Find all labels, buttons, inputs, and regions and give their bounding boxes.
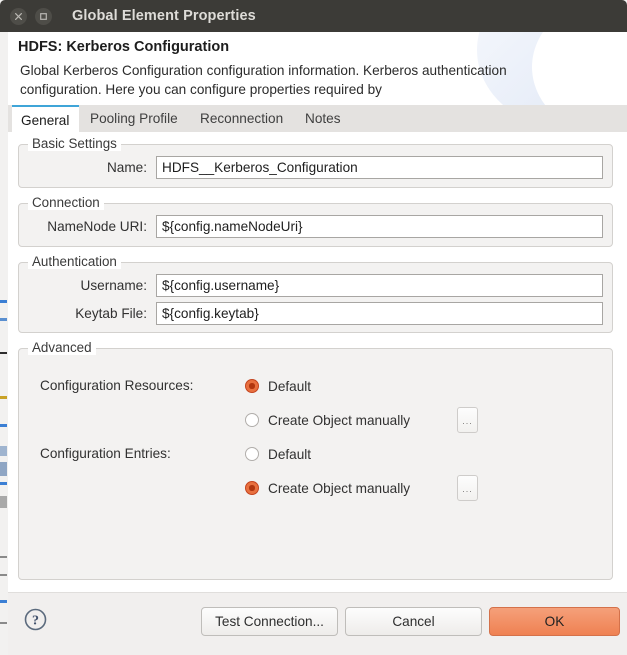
field-row-username: Username:: [19, 273, 614, 297]
radio-label: Create Object manually: [268, 480, 411, 496]
tab-content-general: Basic Settings Name: Connection NameNode…: [8, 132, 627, 592]
bg-accent-tick: [0, 462, 7, 476]
tab-bar: General Pooling Profile Reconnection Not…: [8, 105, 627, 133]
browse-button-label: ...: [462, 483, 473, 494]
tab-label: Pooling Profile: [90, 111, 178, 126]
bg-accent-tick: [0, 424, 7, 427]
field-row-keytab-file: Keytab File:: [19, 301, 614, 325]
username-label: Username:: [80, 277, 147, 293]
bg-accent-tick: [0, 496, 7, 508]
keytab-file-input[interactable]: [156, 301, 603, 325]
name-label: Name:: [106, 159, 147, 175]
bg-accent-tick: [0, 300, 7, 303]
field-row-namenode-uri: NameNode URI:: [19, 214, 614, 238]
group-title: Connection: [28, 195, 104, 210]
configuration-entries-label: Configuration Entries:: [40, 446, 171, 461]
radio-label: Create Object manually: [268, 412, 411, 428]
configuration-resources-label: Configuration Resources:: [40, 378, 194, 393]
radio-config-resources-default[interactable]: Default: [245, 376, 311, 396]
username-input[interactable]: [156, 273, 603, 297]
bg-accent-tick: [0, 318, 7, 321]
group-title: Authentication: [28, 254, 121, 269]
namenode-uri-label: NameNode URI:: [47, 218, 147, 234]
title-bar: Global Element Properties: [0, 0, 627, 32]
browse-button-config-resources[interactable]: ...: [457, 407, 478, 433]
group-authentication: Authentication Username: Keytab File:: [18, 254, 614, 333]
page-title: HDFS: Kerberos Configuration: [18, 39, 230, 55]
properties-dialog: Global Element Properties HDFS: Kerberos…: [0, 0, 627, 655]
tab-notes[interactable]: Notes: [296, 105, 350, 132]
cancel-label: Cancel: [392, 614, 435, 629]
bg-accent-tick: [0, 622, 7, 624]
bg-accent-tick: [0, 396, 7, 399]
keytab-file-label: Keytab File:: [75, 305, 147, 321]
dialog-header: HDFS: Kerberos Configuration Global Kerb…: [8, 32, 627, 105]
radio-config-entries-default[interactable]: Default: [245, 444, 311, 464]
field-row-name: Name:: [19, 155, 614, 179]
tab-reconnection[interactable]: Reconnection: [191, 105, 292, 132]
bg-accent-tick: [0, 556, 7, 558]
maximize-icon[interactable]: [35, 7, 52, 25]
group-connection: Connection NameNode URI:: [18, 195, 614, 247]
bg-accent-tick: [0, 600, 7, 603]
cancel-button[interactable]: Cancel: [345, 607, 482, 636]
radio-indicator-icon: [245, 481, 259, 495]
radio-indicator-icon: [245, 379, 259, 393]
namenode-uri-input[interactable]: [156, 214, 603, 238]
browse-button-config-entries[interactable]: ...: [457, 475, 478, 501]
test-connection-button[interactable]: Test Connection...: [201, 607, 338, 636]
ok-label: OK: [544, 614, 565, 629]
browse-button-label: ...: [462, 415, 473, 426]
tab-pooling-profile[interactable]: Pooling Profile: [81, 105, 187, 132]
radio-config-resources-manual[interactable]: Create Object manually: [245, 410, 410, 430]
close-icon[interactable]: [10, 7, 27, 25]
radio-config-entries-manual[interactable]: Create Object manually: [245, 478, 410, 498]
group-advanced: Advanced Configuration Resources: Defaul…: [18, 340, 613, 580]
tab-label: Notes: [305, 111, 341, 126]
ok-button[interactable]: OK: [489, 607, 620, 636]
window-title: Global Element Properties: [72, 8, 256, 24]
bg-accent-tick: [0, 574, 7, 576]
help-icon[interactable]: ?: [23, 607, 48, 632]
group-title: Advanced: [28, 340, 96, 355]
group-basic-settings: Basic Settings Name:: [18, 136, 614, 188]
tab-label: Reconnection: [200, 111, 284, 126]
tab-general[interactable]: General: [12, 105, 79, 133]
dialog-screen: Global Element Properties HDFS: Kerberos…: [0, 0, 627, 655]
radio-label: Default: [268, 446, 312, 462]
bg-accent-tick: [0, 482, 7, 485]
radio-label: Default: [268, 378, 312, 394]
page-description: Global Kerberos Configuration configurat…: [20, 63, 507, 97]
test-connection-label: Test Connection...: [215, 614, 324, 629]
group-title: Basic Settings: [28, 136, 121, 151]
radio-indicator-icon: [245, 413, 259, 427]
radio-indicator-icon: [245, 447, 259, 461]
name-input[interactable]: [156, 155, 603, 179]
tab-label: General: [21, 112, 70, 128]
svg-text:?: ?: [32, 613, 39, 628]
bg-accent-tick: [0, 446, 7, 456]
bg-accent-tick: [0, 352, 7, 354]
